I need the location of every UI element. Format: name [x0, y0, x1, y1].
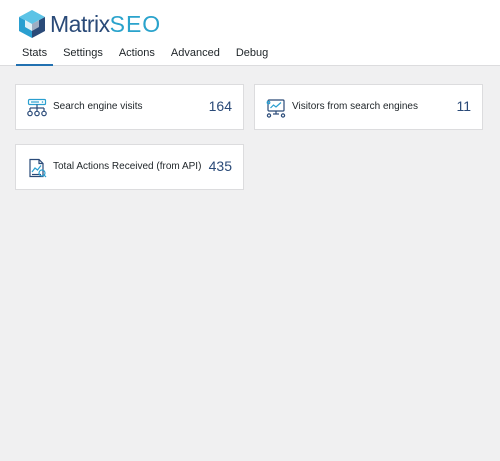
brand-word-1: Matrix — [50, 11, 110, 37]
brand-name: MatrixSEO — [50, 12, 161, 36]
plugin-header: MatrixSEO Stats Settings Actions Advance… — [0, 0, 500, 66]
stat-card-total-actions-received: Total Actions Received (from API) 435 — [15, 144, 244, 190]
brand-word-2: SEO — [109, 11, 162, 37]
stat-label: Total Actions Received (from API) — [53, 161, 202, 172]
tab-advanced[interactable]: Advanced — [165, 44, 226, 64]
tab-stats[interactable]: Stats — [16, 44, 54, 66]
matrix-seo-logo: MatrixSEO — [17, 9, 160, 39]
stat-label: Visitors from search engines — [292, 101, 418, 112]
stat-card-search-engine-visits: Search engine visits 164 — [15, 84, 244, 130]
stat-label: Search engine visits — [53, 101, 143, 112]
settings-tabs: Stats Settings Actions Advanced Debug — [16, 44, 278, 66]
monitor-analytics-icon — [266, 99, 286, 118]
tab-settings[interactable]: Settings — [57, 44, 109, 64]
tab-actions[interactable]: Actions — [113, 44, 161, 64]
stat-card-visitors-from-search-engines: Visitors from search engines 11 — [254, 84, 483, 130]
stat-value: 11 — [456, 98, 471, 114]
report-document-icon — [29, 158, 47, 178]
stat-value: 164 — [208, 98, 232, 114]
tab-debug[interactable]: Debug — [230, 44, 274, 64]
stat-value: 435 — [208, 158, 232, 174]
cube-logo-icon — [19, 10, 45, 38]
network-sitemap-icon — [27, 98, 47, 117]
